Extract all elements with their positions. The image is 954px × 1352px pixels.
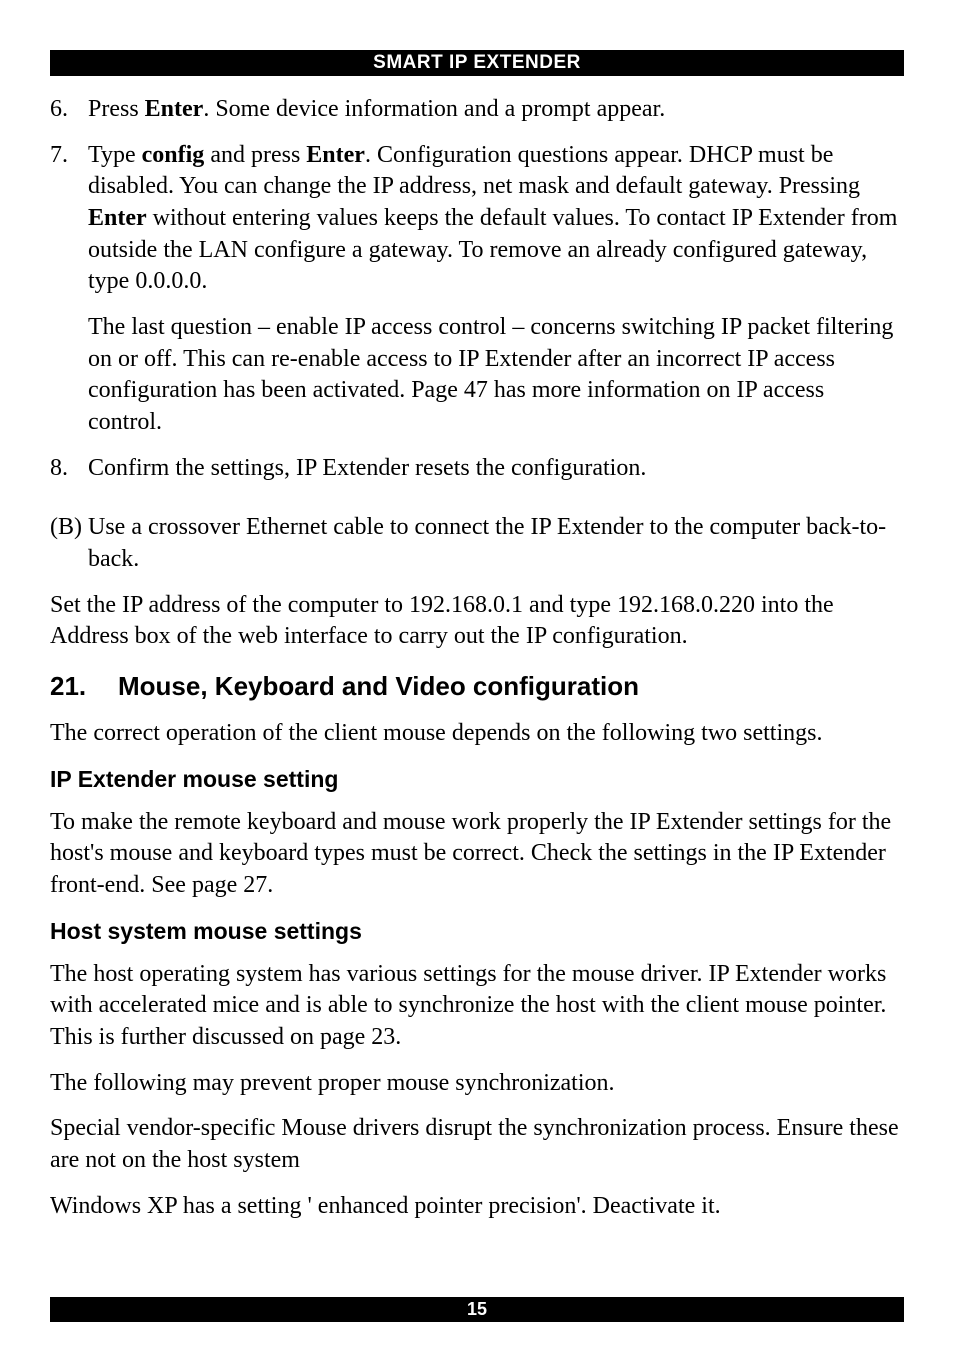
list-body: Type config and press Enter. Configurati… xyxy=(88,140,904,439)
text: Press xyxy=(88,96,145,122)
section-number: 21. xyxy=(50,671,118,702)
list-body: Confirm the settings, IP Extender resets… xyxy=(88,453,904,485)
bold-text: Enter xyxy=(306,142,365,168)
bold-text: Enter xyxy=(88,205,147,231)
paragraph: Special vendor-specific Mouse drivers di… xyxy=(50,1113,904,1176)
section-heading: 21. Mouse, Keyboard and Video configurat… xyxy=(50,671,904,702)
paragraph: The correct operation of the client mous… xyxy=(50,718,904,750)
paragraph: The following may prevent proper mouse s… xyxy=(50,1068,904,1100)
list-body: Press Enter. Some device information and… xyxy=(88,94,904,126)
list-number: 6. xyxy=(50,94,88,126)
page-footer-bar: 15 xyxy=(50,1297,904,1322)
sub-paragraph: The last question – enable IP access con… xyxy=(88,312,904,439)
bold-text: config xyxy=(142,142,205,168)
text: . Some device information and a prompt a… xyxy=(203,96,665,122)
paragraph: Set the IP address of the computer to 19… xyxy=(50,590,904,653)
paragraph: To make the remote keyboard and mouse wo… xyxy=(50,807,904,902)
text: Type xyxy=(88,142,142,168)
option-b-item: (B) Use a crossover Ethernet cable to co… xyxy=(50,512,904,575)
page-header-bar: SMART IP EXTENDER xyxy=(50,50,904,76)
list-item-7: 7. Type config and press Enter. Configur… xyxy=(50,140,904,439)
section-title: Mouse, Keyboard and Video configuration xyxy=(118,671,639,702)
bold-text: Enter xyxy=(145,96,204,122)
text: without entering values keeps the defaul… xyxy=(88,205,897,294)
text: Confirm the settings, IP Extender resets… xyxy=(88,455,646,481)
list-number: 8. xyxy=(50,453,88,485)
subsection-heading: IP Extender mouse setting xyxy=(50,766,904,793)
list-number: 7. xyxy=(50,140,88,439)
text: and press xyxy=(204,142,306,168)
subsection-heading: Host system mouse settings xyxy=(50,918,904,945)
paragraph: Windows XP has a setting ' enhanced poin… xyxy=(50,1191,904,1223)
list-item-8: 8. Confirm the settings, IP Extender res… xyxy=(50,453,904,485)
list-item-6: 6. Press Enter. Some device information … xyxy=(50,94,904,126)
paragraph: The host operating system has various se… xyxy=(50,959,904,1054)
